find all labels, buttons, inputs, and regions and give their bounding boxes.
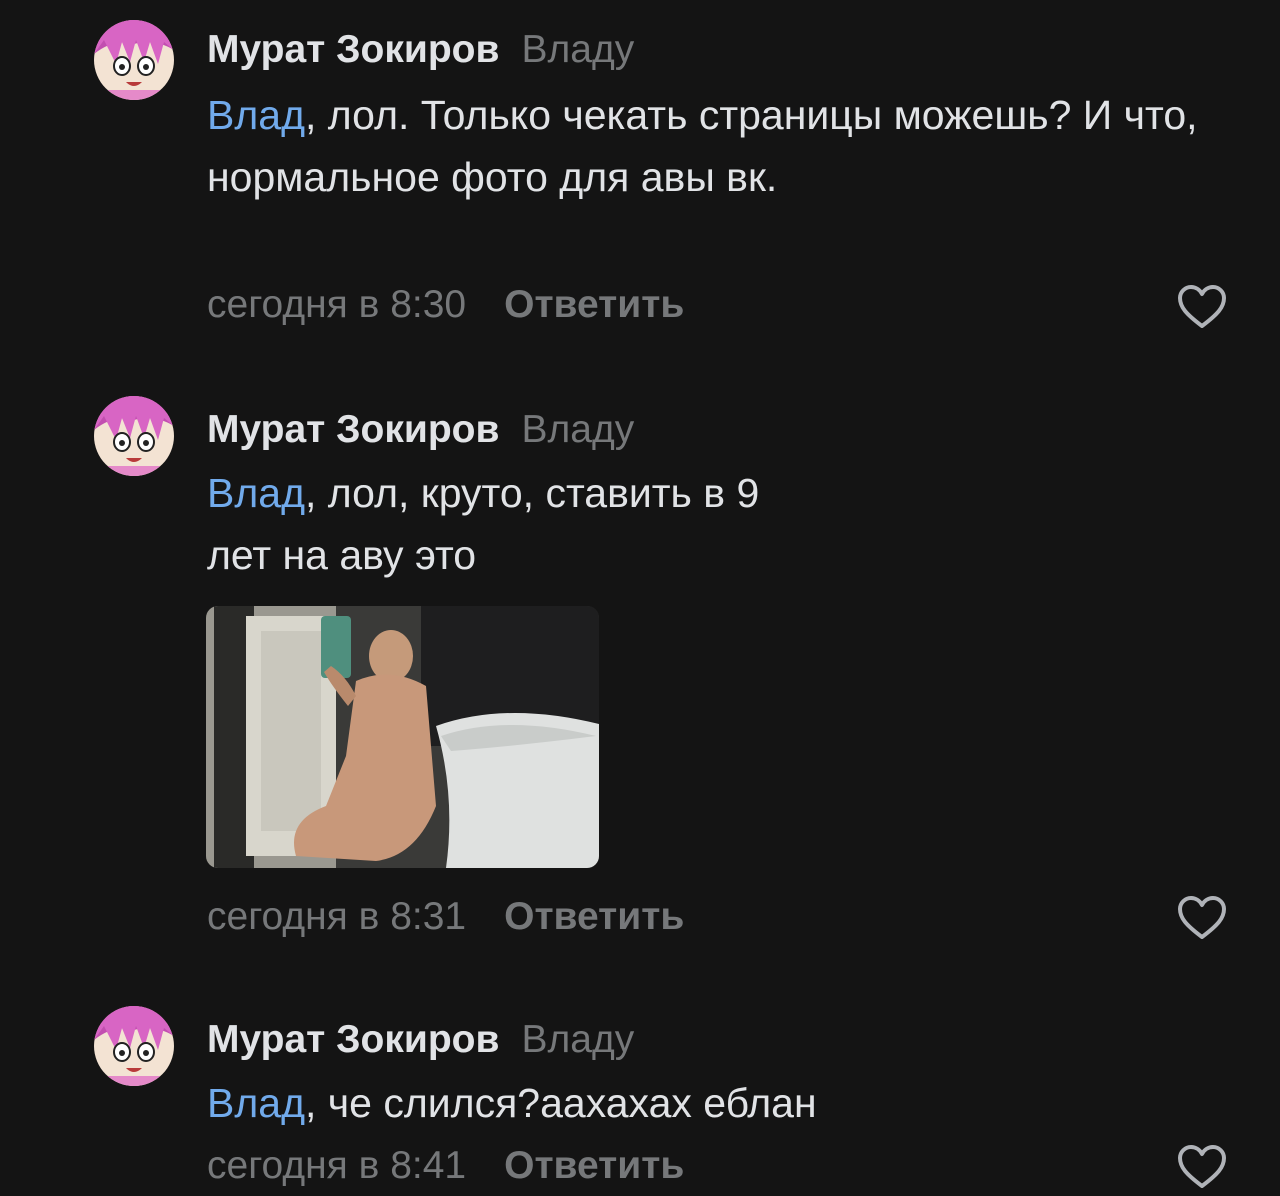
comment-text: Влад, че слился?аахахах еблан: [207, 1072, 1207, 1134]
reply-to-label[interactable]: Владу: [521, 408, 634, 451]
comment-header: Мурат Зокиров Владу: [207, 27, 634, 73]
mention-link[interactable]: Влад: [207, 470, 305, 516]
author-name[interactable]: Мурат Зокиров: [207, 408, 499, 451]
heart-icon[interactable]: [1176, 894, 1228, 942]
comment-meta: сегодня в 8:31 Ответить: [207, 894, 684, 940]
reply-to-label[interactable]: Владу: [521, 28, 634, 71]
comment-meta: сегодня в 8:41 Ответить: [207, 1143, 684, 1189]
comment-body: , лол. Только чекать страницы можешь? И …: [207, 92, 1198, 200]
anime-avatar-image: [94, 396, 174, 476]
attached-photo[interactable]: [206, 606, 599, 868]
comment-time: сегодня в 8:31: [207, 895, 467, 938]
anime-avatar-image: [94, 1006, 174, 1086]
reply-to-label[interactable]: Владу: [521, 1018, 634, 1061]
comment-header: Мурат Зокиров Владу: [207, 1017, 634, 1063]
mention-link[interactable]: Влад: [207, 1080, 305, 1126]
reply-button[interactable]: Ответить: [504, 1144, 684, 1187]
anime-avatar-image: [94, 20, 174, 100]
avatar[interactable]: [94, 20, 174, 100]
reply-button[interactable]: Ответить: [504, 283, 684, 326]
comment-text: Влад, лол, круто, ставить в 9 лет на аву…: [207, 462, 807, 586]
comment-time: сегодня в 8:41: [207, 1144, 467, 1187]
author-name[interactable]: Мурат Зокиров: [207, 1018, 499, 1061]
comment-text: Влад, лол. Только чекать страницы можешь…: [207, 84, 1207, 208]
author-name[interactable]: Мурат Зокиров: [207, 28, 499, 71]
avatar[interactable]: [94, 396, 174, 476]
comment-body: , че слился?аахахах еблан: [305, 1080, 817, 1126]
comment-time: сегодня в 8:30: [207, 283, 467, 326]
heart-icon[interactable]: [1176, 1143, 1228, 1191]
mention-link[interactable]: Влад: [207, 92, 305, 138]
heart-icon[interactable]: [1176, 283, 1228, 331]
comment-header: Мурат Зокиров Владу: [207, 407, 634, 453]
avatar[interactable]: [94, 1006, 174, 1086]
reply-button[interactable]: Ответить: [504, 895, 684, 938]
comment-meta: сегодня в 8:30 Ответить: [207, 282, 684, 328]
